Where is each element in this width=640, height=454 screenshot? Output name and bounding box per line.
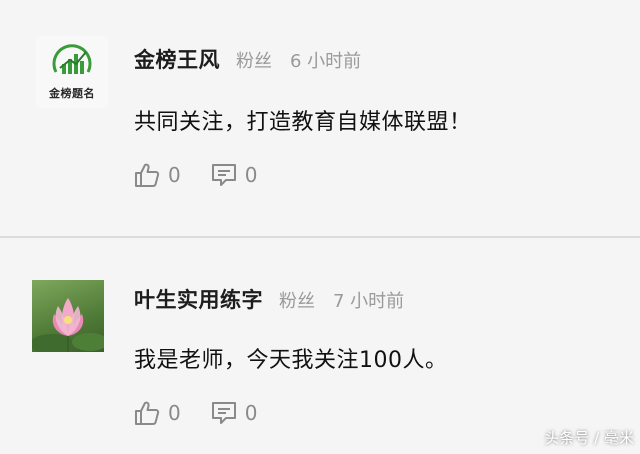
like-count: 0 bbox=[168, 401, 181, 425]
like-count: 0 bbox=[168, 163, 181, 187]
logo-icon bbox=[52, 44, 92, 74]
comment-icon bbox=[211, 402, 236, 424]
lotus-flower-image bbox=[32, 298, 104, 352]
timestamp: 7 小时前 bbox=[333, 291, 405, 312]
username[interactable]: 叶生实用练字 bbox=[134, 284, 263, 314]
comment-meta: 叶生实用练字 粉丝 7 小时前 bbox=[134, 284, 404, 314]
thumbs-up-icon bbox=[135, 163, 160, 187]
comment-text: 共同关注，打造教育自媒体联盟！ bbox=[134, 110, 472, 135]
comment-actions: 0 0 bbox=[134, 400, 257, 426]
like-button[interactable]: 0 bbox=[134, 162, 181, 188]
comment-meta: 金榜王风 粉丝 6 小时前 bbox=[134, 44, 361, 74]
comment-item: 叶生实用练字 粉丝 7 小时前 我是老师，今天我关注100人。 0 0 bbox=[0, 238, 640, 454]
reply-button[interactable]: 0 bbox=[211, 162, 258, 188]
comment-text: 我是老师，今天我关注100人。 bbox=[134, 348, 448, 373]
fan-badge: 粉丝 bbox=[236, 51, 272, 72]
comment-icon bbox=[211, 164, 236, 186]
watermark: 头条号 / 毫米 bbox=[544, 429, 634, 447]
comment-actions: 0 0 bbox=[134, 162, 257, 188]
comment-item: 金榜题名 金榜王风 粉丝 6 小时前 共同关注，打造教育自媒体联盟！ 0 0 bbox=[0, 0, 640, 236]
reply-count: 0 bbox=[244, 401, 258, 425]
avatar[interactable]: 金榜题名 bbox=[36, 36, 108, 108]
avatar[interactable] bbox=[32, 280, 104, 352]
like-button[interactable]: 0 bbox=[134, 400, 181, 426]
timestamp: 6 小时前 bbox=[290, 51, 362, 72]
fan-badge: 粉丝 bbox=[279, 291, 315, 312]
thumbs-up-icon bbox=[135, 401, 160, 425]
reply-button[interactable]: 0 bbox=[211, 400, 258, 426]
reply-count: 0 bbox=[244, 163, 258, 187]
username[interactable]: 金榜王风 bbox=[134, 44, 220, 74]
logo-text: 金榜题名 bbox=[49, 87, 95, 100]
